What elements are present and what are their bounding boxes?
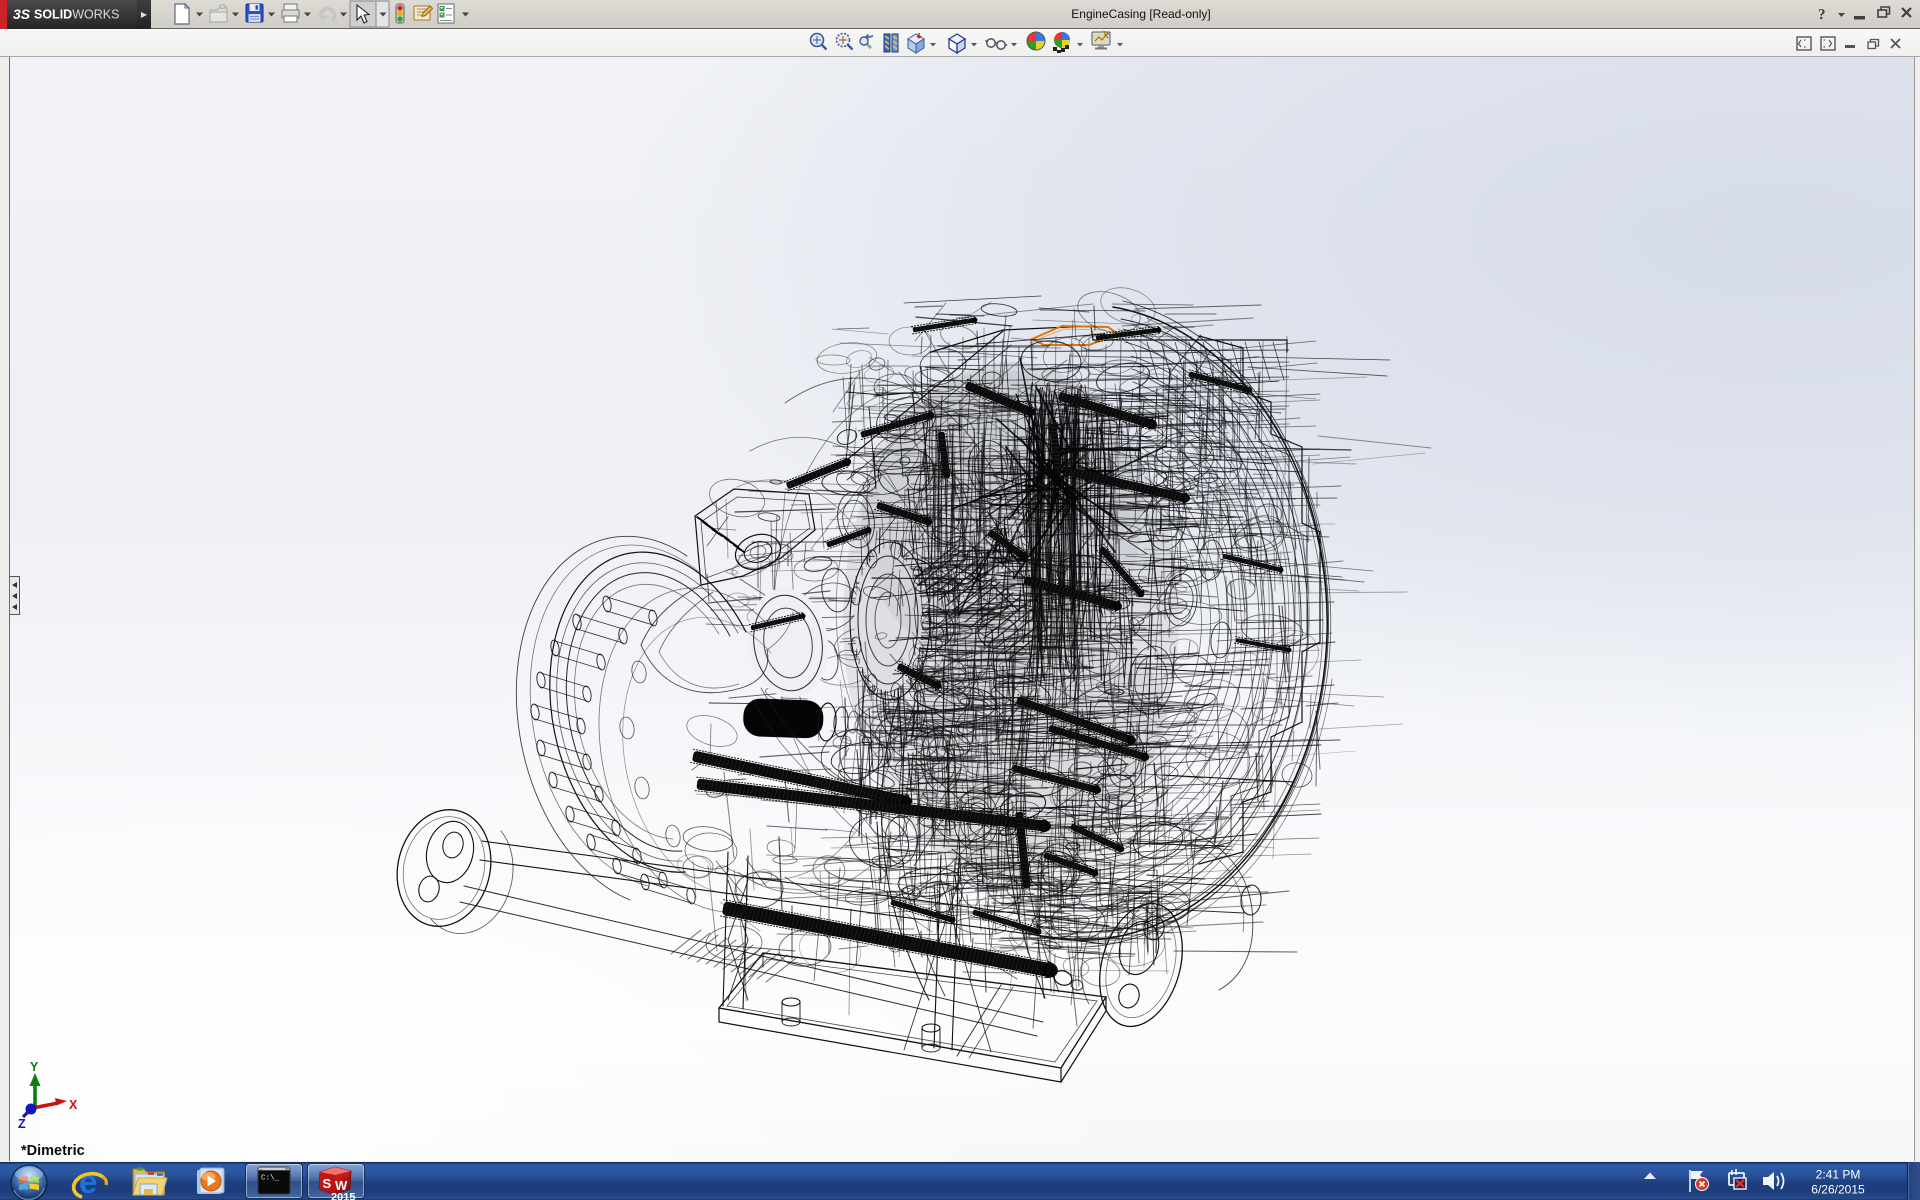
svg-text:Z: Z (18, 1117, 26, 1131)
svg-text:Y: Y (30, 1061, 39, 1074)
svg-text:?: ? (1818, 7, 1826, 23)
svg-text:S: S (323, 1176, 332, 1191)
svg-text:6/26/2015: 6/26/2015 (1811, 1183, 1865, 1197)
svg-text:2:41 PM: 2:41 PM (1816, 1168, 1861, 1182)
svg-text:X: X (69, 1098, 78, 1112)
svg-text:3S: 3S (13, 6, 31, 22)
svg-text:2015: 2015 (331, 1192, 355, 1200)
svg-text:C:\_: C:\_ (261, 1175, 280, 1183)
svg-text:e: e (79, 1164, 97, 1200)
svg-text:SOLIDWORKS: SOLIDWORKS (34, 8, 119, 22)
